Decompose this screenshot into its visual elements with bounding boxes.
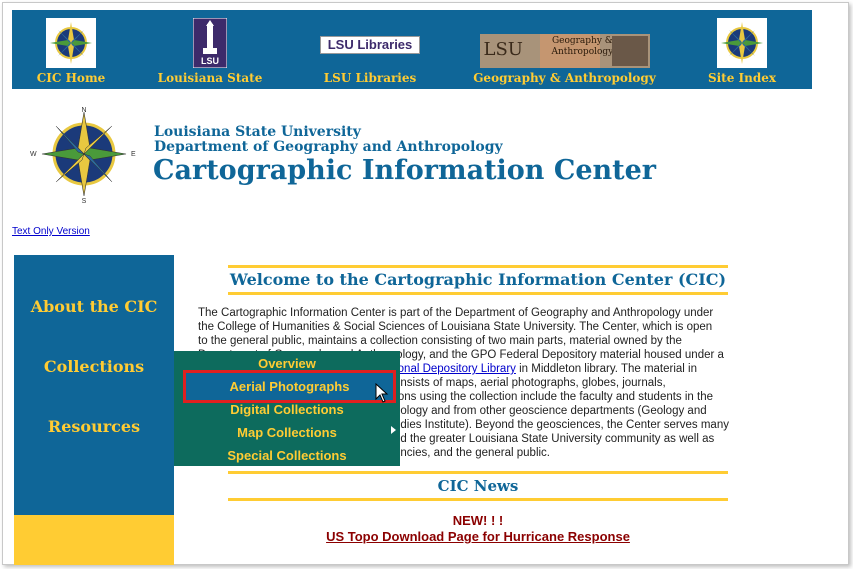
geography-anthropology-banner: LSU Geography & Anthropology xyxy=(479,34,650,68)
menu-item-label: Aerial Photographs xyxy=(229,379,350,394)
news-new-badge: NEW! ! ! xyxy=(452,513,504,528)
svg-text:W: W xyxy=(30,151,37,158)
sidebar-item-about[interactable]: About the CIC xyxy=(14,297,174,316)
svg-text:E: E xyxy=(131,151,136,158)
news-link-us-topo[interactable]: US Topo Download Page for Hurricane Resp… xyxy=(228,529,728,544)
sidebar-item-collections[interactable]: Collections xyxy=(14,357,174,376)
collections-dropdown-menu: Overview Digital Collections Map Collect… xyxy=(174,351,400,466)
nav-geography-anthropology[interactable]: LSU Geography & Anthropology Geography &… xyxy=(472,10,657,89)
svg-text:S: S xyxy=(82,198,87,204)
compass-rose-icon xyxy=(717,18,767,68)
welcome-heading: Welcome to the Cartographic Information … xyxy=(228,265,728,295)
menu-item-special-collections[interactable]: Special Collections xyxy=(174,444,400,467)
lsu-tower-icon: LSU xyxy=(193,18,227,68)
nav-louisiana-state[interactable]: LSU Louisiana State xyxy=(150,10,270,89)
news-heading: CIC News xyxy=(228,471,728,501)
svg-text:LSU: LSU xyxy=(201,56,219,66)
header-university: Louisiana State University Department of… xyxy=(154,124,503,155)
menu-item-aerial-photographs[interactable]: Aerial Photographs xyxy=(183,370,396,403)
nav-cic-home[interactable]: CIC Home xyxy=(26,10,116,89)
menu-item-map-collections[interactable]: Map Collections xyxy=(174,421,400,444)
page-title: Cartographic Information Center xyxy=(153,155,657,186)
nav-label: CIC Home xyxy=(36,71,106,85)
nav-lsu-libraries[interactable]: LSU Libraries LSU Libraries xyxy=(310,10,430,89)
text-only-link[interactable]: Text Only Version xyxy=(12,226,90,237)
sidebar-footer-block xyxy=(14,515,174,565)
nav-label: Louisiana State xyxy=(157,71,263,85)
nav-label: LSU Libraries xyxy=(323,71,417,85)
nav-label: Site Index xyxy=(707,71,777,85)
nav-site-index[interactable]: Site Index xyxy=(702,10,782,89)
submenu-arrow-icon xyxy=(391,426,396,434)
lsu-libraries-logo: LSU Libraries xyxy=(320,36,420,54)
nav-label: Geography & Anthropology xyxy=(473,71,656,85)
sidebar: About the CIC Collections Resources xyxy=(14,255,174,515)
sidebar-item-resources[interactable]: Resources xyxy=(14,417,174,436)
compass-rose-icon xyxy=(46,18,96,68)
mouse-cursor-icon xyxy=(375,383,389,403)
compass-rose-logo: N S W E xyxy=(30,107,136,204)
top-nav-bar: CIC Home LSU Louisiana State LSU Librari… xyxy=(12,10,812,89)
